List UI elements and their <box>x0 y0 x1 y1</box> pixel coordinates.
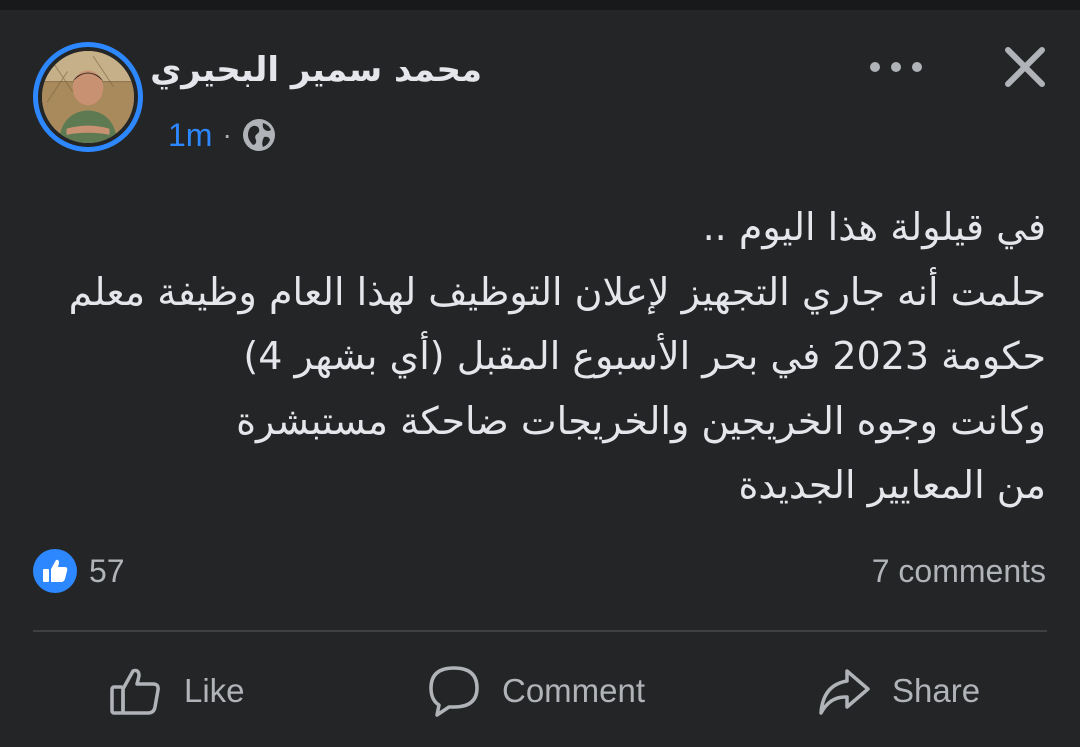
thumbs-up-icon <box>108 663 164 719</box>
comment-icon <box>426 663 482 719</box>
top-strip <box>0 0 1080 10</box>
like-reaction-icon <box>33 549 77 593</box>
post-timestamp[interactable]: 1m <box>168 117 212 154</box>
like-button[interactable]: Like <box>108 660 245 722</box>
reactions-summary[interactable]: 57 <box>33 548 125 594</box>
comment-button[interactable]: Comment <box>426 660 645 722</box>
avatar[interactable] <box>33 42 143 152</box>
author-name[interactable]: محمد سمير البحيري <box>150 50 482 90</box>
post-body-line: في قيلولة هذا اليوم .. <box>702 205 1046 249</box>
share-icon <box>816 663 872 719</box>
comments-count[interactable]: 7 comments <box>872 548 1046 594</box>
close-icon[interactable] <box>1000 42 1050 92</box>
post-body-line: حكومة 2023 في بحر الأسبوع المقبل (أي بشه… <box>243 334 1046 378</box>
share-label: Share <box>892 672 981 709</box>
like-label: Like <box>184 672 245 709</box>
like-count: 57 <box>89 552 125 589</box>
post-body-line: من المعايير الجديدة <box>738 463 1046 507</box>
avatar-photo <box>42 51 134 143</box>
more-horizontal-icon[interactable] <box>870 56 922 78</box>
share-button[interactable]: Share <box>816 660 980 722</box>
globe-icon <box>242 118 276 152</box>
comment-label: Comment <box>502 672 646 709</box>
post-body: في قيلولة هذا اليوم .. حلمت أنه جاري الت… <box>36 195 1046 518</box>
post-body-line: وكانت وجوه الخريجين والخريجات ضاحكة مستب… <box>236 398 1046 443</box>
meta-separator: · <box>222 119 232 150</box>
post-body-line: حلمت أنه جاري التجهيز لإعلان التوظيف لهذ… <box>68 269 1046 314</box>
post-meta: 1m · <box>168 112 276 158</box>
divider <box>33 630 1047 632</box>
